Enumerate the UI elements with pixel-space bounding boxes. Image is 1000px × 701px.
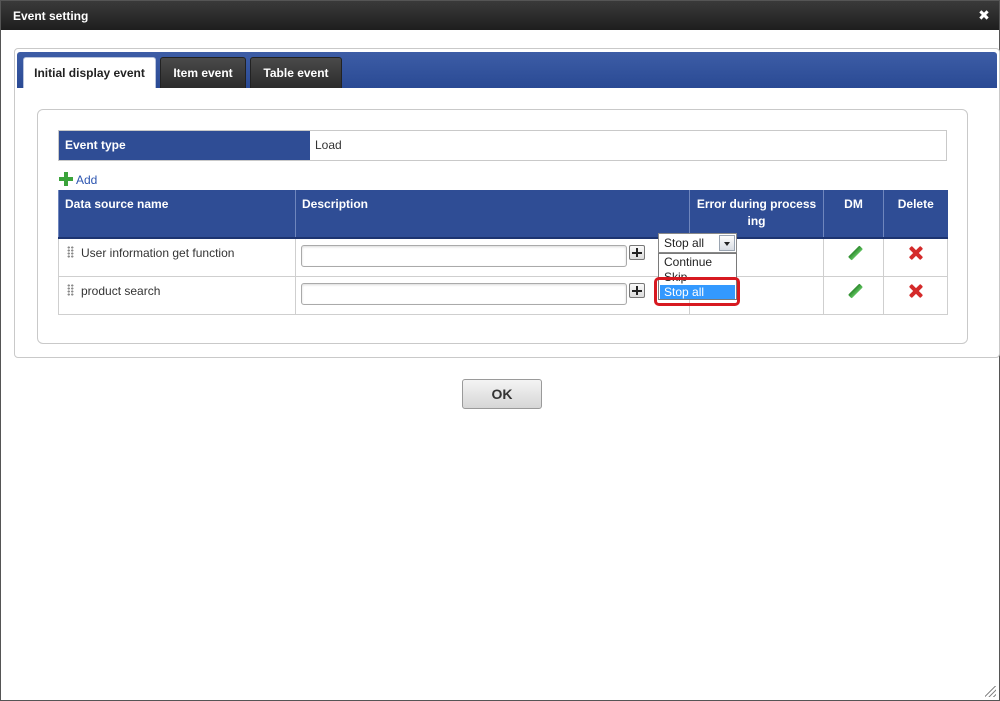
dropdown-option-skip[interactable]: Skip [660, 270, 735, 284]
dm-cell [823, 275, 884, 315]
delete-icon[interactable] [909, 284, 923, 298]
table-row: product search [58, 275, 948, 315]
header-delete: Delete [883, 190, 948, 239]
dropdown-option-stop-all[interactable]: Stop all [660, 285, 735, 299]
error-action-dropdown: Continue Skip Stop all [658, 253, 737, 300]
header-data-source-name: Data source name [58, 190, 296, 239]
table-row: User information get function [58, 237, 948, 277]
dialog-titlebar[interactable]: Event setting ✖ [1, 1, 999, 30]
close-icon[interactable]: ✖ [977, 8, 991, 22]
pencil-icon[interactable] [846, 284, 862, 300]
data-source-name: User information get function [81, 246, 235, 260]
drag-handle-icon[interactable] [67, 246, 74, 258]
description-input[interactable] [301, 282, 627, 305]
plus-icon [59, 172, 73, 186]
event-tabs-panel: Initial display event Item event Table e… [14, 48, 1000, 358]
data-source-table: Data source name Description Error durin… [58, 190, 948, 315]
dialog-title: Event setting [13, 9, 89, 23]
description-input[interactable] [301, 245, 627, 267]
event-type-row: Event type Load [58, 130, 947, 161]
error-action-select[interactable]: Stop all [658, 233, 737, 253]
pencil-icon[interactable] [846, 246, 862, 262]
description-cell [295, 275, 690, 315]
event-setting-dialog: Event setting ✖ Initial display event It… [0, 0, 1000, 701]
description-cell [295, 237, 690, 277]
header-dm: DM [823, 190, 884, 239]
data-source-name: product search [81, 283, 161, 298]
chevron-down-icon[interactable] [719, 235, 735, 251]
event-type-value: Load [315, 138, 342, 152]
dm-cell [823, 237, 884, 277]
header-error-during-processing: Error during processing [689, 190, 824, 239]
add-data-source-link[interactable]: Add [59, 172, 97, 188]
delete-cell [883, 237, 948, 277]
expand-description-button[interactable] [629, 245, 645, 260]
event-type-label: Event type [59, 131, 310, 160]
tab-table-event[interactable]: Table event [250, 57, 342, 88]
add-link-label: Add [76, 173, 98, 187]
tab-initial-display-event[interactable]: Initial display event [23, 57, 156, 88]
header-description: Description [295, 190, 690, 239]
delete-icon[interactable] [909, 246, 923, 260]
data-source-name-cell: product search [58, 275, 296, 315]
ok-button[interactable]: OK [462, 379, 542, 409]
delete-cell [883, 275, 948, 315]
data-source-name-cell: User information get function [58, 237, 296, 277]
resize-grip-icon[interactable] [985, 686, 996, 697]
expand-description-button[interactable] [629, 282, 645, 298]
drag-handle-icon[interactable] [67, 283, 74, 296]
initial-display-event-content: Event type Load Add Data source name Des… [37, 109, 968, 344]
error-action-select-value: Stop all [664, 236, 705, 250]
tab-bar: Initial display event Item event Table e… [17, 52, 997, 88]
tab-item-event[interactable]: Item event [160, 57, 246, 88]
dropdown-option-continue[interactable]: Continue [660, 255, 735, 269]
table-header-row: Data source name Description Error durin… [58, 190, 948, 239]
